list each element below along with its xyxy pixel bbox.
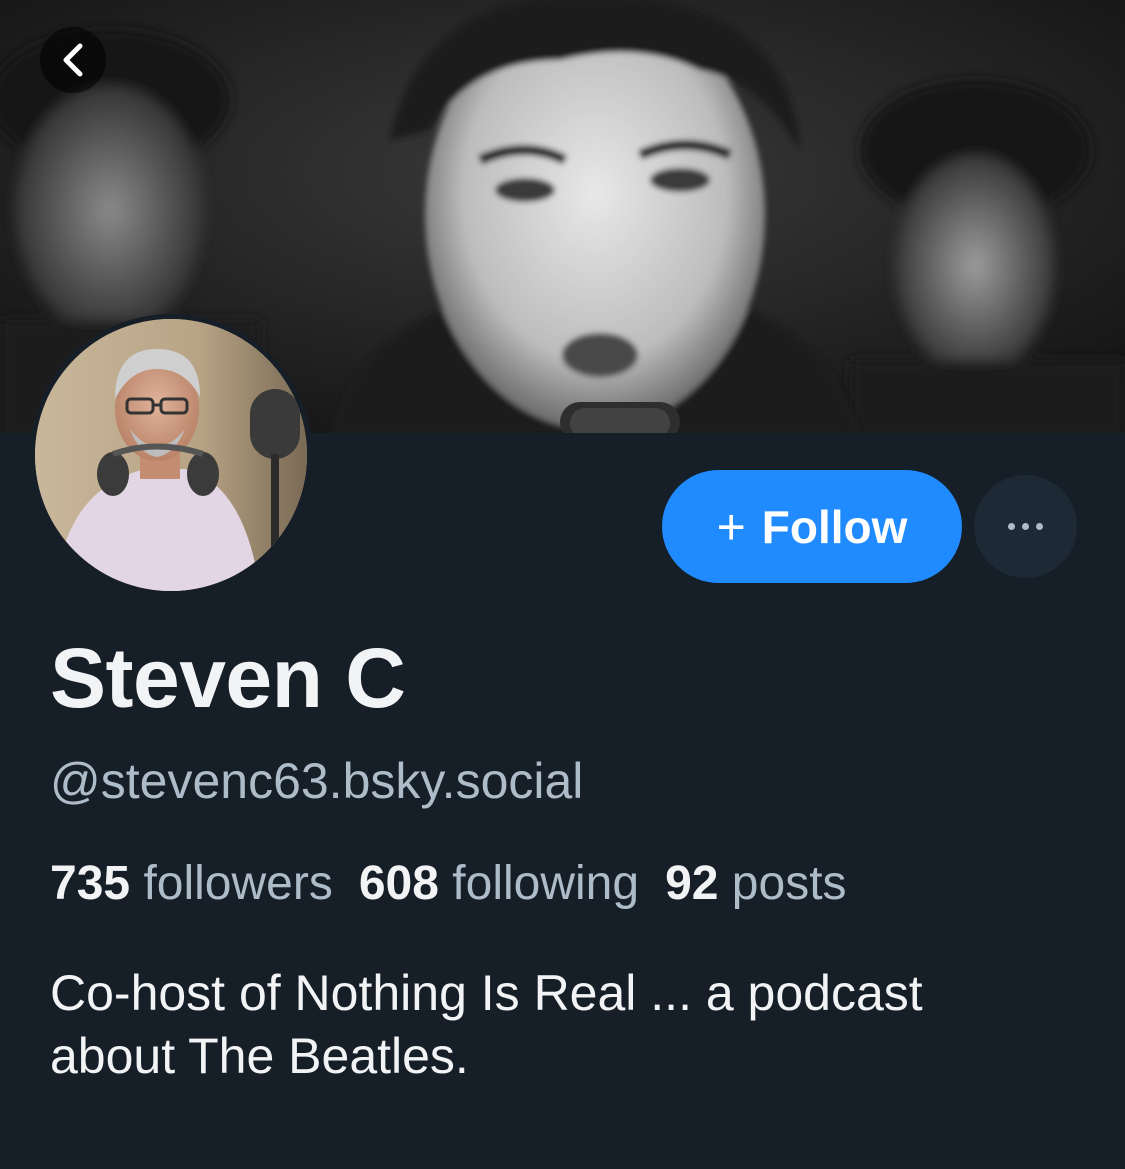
- profile-bio: Co-host of Nothing Is Real ... a podcast…: [50, 965, 923, 1084]
- posts-count: 92: [665, 857, 719, 910]
- follow-label: Follow: [761, 500, 908, 553]
- profile-stats: 735 followers 608 following 92 posts: [50, 856, 847, 911]
- following-count: 608: [358, 857, 439, 910]
- chevron-left-icon: [63, 43, 83, 77]
- profile-handle: @stevenc63.bsky.social: [50, 753, 584, 809]
- back-button[interactable]: [40, 27, 106, 93]
- followers-link[interactable]: 735 followers: [50, 857, 333, 910]
- followers-label: followers: [143, 857, 333, 910]
- posts-stat: 92 posts: [665, 857, 846, 910]
- following-link[interactable]: 608 following: [359, 857, 639, 910]
- follow-button[interactable]: + Follow: [662, 470, 962, 583]
- avatar-image: [35, 319, 307, 591]
- posts-label: posts: [731, 857, 847, 910]
- following-label: following: [452, 857, 640, 910]
- display-name: Steven C: [50, 631, 406, 725]
- followers-count: 735: [50, 857, 131, 910]
- ellipsis-icon: [1008, 523, 1043, 530]
- more-options-button[interactable]: [974, 475, 1077, 578]
- profile-screen: + Follow Steven C @stevenc63.bsky.social…: [0, 0, 1125, 1169]
- plus-icon: +: [716, 498, 746, 555]
- avatar[interactable]: [30, 314, 312, 596]
